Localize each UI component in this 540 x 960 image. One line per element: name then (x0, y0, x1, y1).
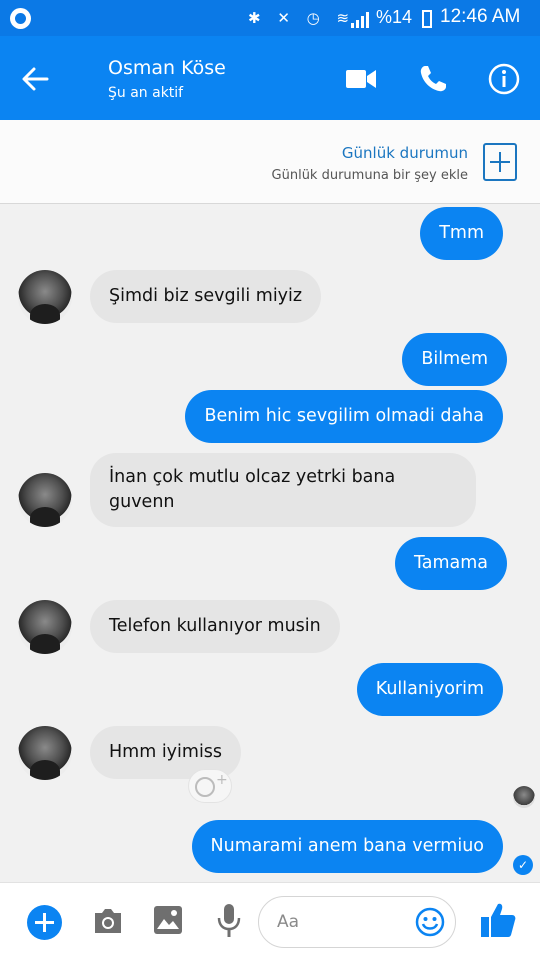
message-incoming[interactable]: İnan çok mutlu olcaz yetrki bana guvenn (90, 453, 476, 527)
story-subtitle: Günlük durumuna bir şey ekle (271, 168, 468, 183)
status-bar: ✱ ✕ ◷ ≋ %14 12:46 AM (0, 0, 540, 36)
info-icon[interactable] (488, 63, 520, 95)
message-outgoing[interactable]: Numarami anem bana vermiuo (191, 820, 503, 873)
signal-icon (351, 12, 369, 28)
clock: 12:46 AM (440, 6, 521, 27)
contact-avatar[interactable] (18, 726, 72, 780)
battery-icon (422, 10, 432, 28)
microphone-icon[interactable] (216, 903, 242, 939)
emoji-icon[interactable] (415, 907, 445, 937)
composer-bar (0, 882, 540, 960)
gallery-icon[interactable] (153, 905, 183, 935)
contact-name[interactable]: Osman Köse (108, 57, 226, 79)
contact-avatar[interactable] (18, 270, 72, 324)
more-actions-button[interactable] (27, 905, 62, 940)
camera-icon[interactable] (92, 907, 124, 935)
story-title: Günlük durumun (341, 144, 468, 162)
message-outgoing[interactable]: Tamama (394, 537, 507, 590)
message-input-field[interactable] (258, 896, 456, 948)
message-outgoing[interactable]: Kullaniyorim (356, 663, 503, 716)
contact-avatar[interactable] (18, 473, 72, 527)
thumbs-up-icon[interactable] (480, 901, 516, 939)
smiley-icon (195, 777, 215, 797)
phone-icon[interactable] (418, 64, 448, 94)
battery-percent: %14 (376, 7, 413, 27)
contact-status: Şu an aktif (108, 85, 184, 101)
message-incoming[interactable]: Telefon kullanıyor musin (90, 600, 340, 653)
plus-icon: + (216, 772, 228, 788)
add-story-icon[interactable] (483, 143, 517, 181)
message-outgoing[interactable]: Benim hic sevgilim olmadi daha (185, 390, 503, 443)
message-input[interactable] (277, 909, 397, 935)
delivered-check-icon: ✓ (513, 855, 533, 875)
message-outgoing[interactable]: Bilmem (402, 333, 507, 386)
message-incoming[interactable]: Şimdi biz sevgili miyiz (90, 270, 322, 323)
messenger-notification-icon (10, 8, 31, 29)
message-outgoing[interactable]: Tmm (420, 207, 503, 260)
add-reaction-button[interactable]: + (188, 769, 232, 803)
contact-avatar[interactable] (18, 600, 72, 654)
back-arrow-icon[interactable] (20, 64, 50, 94)
story-banner[interactable]: Günlük durumun Günlük durumuna bir şey e… (0, 120, 540, 204)
video-camera-icon[interactable] (346, 68, 376, 90)
seen-avatar (513, 786, 535, 808)
system-icons: ✱ ✕ ◷ ≋ (248, 9, 356, 27)
conversation-header: Osman Köse Şu an aktif (0, 36, 540, 120)
